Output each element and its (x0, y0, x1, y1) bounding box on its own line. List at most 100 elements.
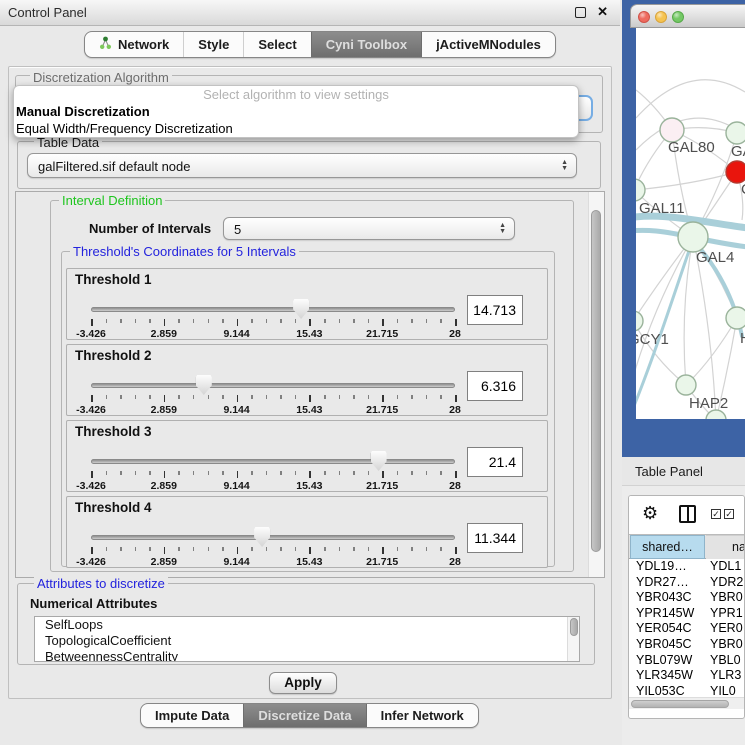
tick (120, 395, 122, 399)
number-of-intervals-combobox[interactable]: 5 ▲▼ (223, 217, 515, 240)
network-node-GCY1[interactable] (636, 311, 643, 331)
column-header-name[interactable]: na (706, 535, 745, 559)
table-row[interactable]: YBR045CYBR0 (629, 637, 745, 653)
tick (339, 547, 341, 551)
dropdown-prompt[interactable]: Select algorithm to view settings (14, 86, 578, 103)
column-header-shared-name[interactable]: shared… (630, 535, 705, 559)
tick (266, 395, 268, 399)
table-row[interactable]: YBL079WYBL0 (629, 653, 745, 669)
table-row[interactable]: YDL19…YDL1 (629, 559, 745, 575)
attribute-list-item[interactable]: TopologicalCoefficient (35, 633, 579, 649)
table-data-combobox-value: galFiltered.sif default node (38, 154, 190, 179)
threshold-slider[interactable]: -3.4262.8599.14415.4321.71528 (91, 449, 455, 491)
tick (149, 395, 151, 399)
checkbox-icon[interactable]: ✓ (711, 509, 721, 519)
split-columns-icon[interactable] (679, 505, 696, 523)
network-node-HAP4[interactable] (726, 307, 745, 329)
tab-impute-data[interactable]: Impute Data (141, 704, 243, 727)
dropdown-item-manual-discretization[interactable]: Manual Discretization (14, 103, 578, 120)
tab-cyni-toolbox[interactable]: Cyni Toolbox (311, 32, 421, 57)
cell-shared-name: YBL079W (636, 653, 692, 669)
tab-jactivemnodules[interactable]: jActiveMNodules (421, 32, 555, 57)
threshold-slider[interactable]: -3.4262.8599.14415.4321.71528 (91, 297, 455, 339)
mac-zoom-light[interactable] (672, 11, 684, 23)
tick (120, 547, 122, 551)
checkbox-icon[interactable]: ✓ (724, 509, 734, 519)
node-label-HAP4: H (740, 330, 745, 347)
threshold-panel-3: Threshold 3-3.4262.8599.14415.4321.71528… (66, 420, 548, 492)
dropdown-item-equal-width-frequency[interactable]: Equal Width/Frequency Discretization (14, 120, 578, 137)
threshold-value-field[interactable]: 21.4 (467, 447, 523, 477)
scrollbar-thumb[interactable] (591, 210, 601, 552)
tick (208, 319, 210, 323)
attribute-list-item[interactable]: SelfLoops (35, 617, 579, 633)
table-row[interactable]: YDR27…YDR2 (629, 575, 745, 591)
horizontal-scrollbar-thumb[interactable] (631, 700, 729, 708)
control-panel-titlebar: Control Panel ✕ (0, 0, 620, 26)
network-canvas[interactable]: GAL80GACGAL11GAL4GCY1HHAP2 (636, 28, 745, 419)
cell-name: YPR1 (710, 606, 743, 622)
mac-close-light[interactable] (638, 11, 650, 23)
threshold-value-field[interactable]: 14.713 (467, 295, 523, 325)
network-node-selected-red[interactable] (726, 161, 745, 183)
list-scrollbar-thumb[interactable] (570, 618, 578, 636)
tab-label: jActiveMNodules (436, 37, 541, 52)
network-node-GAL11[interactable] (636, 179, 645, 201)
network-node-HAP2[interactable] (676, 375, 696, 395)
gear-icon[interactable]: ⚙ (642, 503, 658, 524)
numerical-attributes-list[interactable]: SelfLoopsTopologicalCoefficientBetweenne… (34, 616, 580, 662)
cell-shared-name: YBR043C (636, 590, 692, 606)
slider-handle[interactable] (254, 527, 270, 547)
threshold-slider[interactable]: -3.4262.8599.14415.4321.71528 (91, 525, 455, 567)
tab-infer-network[interactable]: Infer Network (366, 704, 478, 727)
tab-style[interactable]: Style (183, 32, 243, 57)
network-node-GAL4[interactable] (678, 222, 708, 252)
node-label-GAL4: GAL4 (696, 249, 734, 266)
slider-track[interactable] (91, 383, 455, 388)
tab-discretize-data[interactable]: Discretize Data (243, 704, 365, 727)
table-data-combobox[interactable]: galFiltered.sif default node ▲▼ (27, 153, 577, 178)
table-row[interactable]: YLR345WYLR3 (629, 668, 745, 684)
tab-network[interactable]: Network (85, 32, 183, 57)
network-edge[interactable] (636, 80, 745, 118)
table-row[interactable]: YER054CYER0 (629, 621, 745, 637)
apply-button[interactable]: Apply (269, 672, 337, 694)
tick (208, 395, 210, 399)
close-icon[interactable]: ✕ (597, 4, 608, 20)
tick-label: 21.715 (366, 556, 398, 568)
network-node-GAL2[interactable] (726, 122, 745, 144)
slider-track[interactable] (91, 535, 455, 540)
slider-track[interactable] (91, 307, 455, 312)
float-window-icon[interactable] (575, 7, 586, 18)
cell-name: YLR3 (710, 668, 741, 684)
threshold-value-field[interactable]: 11.344 (467, 523, 523, 553)
table-row[interactable]: YBR043CYBR0 (629, 590, 745, 606)
horizontal-scrollbar[interactable] (629, 697, 745, 709)
network-edge[interactable] (686, 318, 737, 385)
table-panel-titlebar: Table Panel (622, 457, 745, 486)
slider-handle[interactable] (371, 451, 387, 471)
node-label-HAP2: HAP2 (689, 395, 728, 412)
thresholds-groupbox: Threshold's Coordinates for 5 Intervals … (61, 251, 555, 567)
slider-handle[interactable] (196, 375, 212, 395)
vertical-scrollbar[interactable] (588, 192, 604, 577)
threshold-value-field[interactable]: 6.316 (467, 371, 523, 401)
tick (368, 471, 370, 475)
network-edge[interactable] (636, 172, 737, 190)
tick-label: 15.43 (296, 328, 322, 340)
threshold-slider[interactable]: -3.4262.8599.14415.4321.71528 (91, 373, 455, 415)
list-scrollbar[interactable] (567, 617, 579, 661)
network-window-titlebar[interactable] (630, 4, 745, 28)
mac-minimize-light[interactable] (655, 11, 667, 23)
network-graph[interactable]: GAL80GACGAL11GAL4GCY1HHAP2 (636, 28, 745, 419)
tab-select[interactable]: Select (243, 32, 310, 57)
tick (280, 395, 282, 399)
tab-label: Discretize Data (258, 708, 351, 723)
slider-track[interactable] (91, 459, 455, 464)
attribute-list-item[interactable]: BetweennessCentrality (35, 649, 579, 662)
tick-label: 28 (449, 556, 461, 568)
table-row[interactable]: YPR145WYPR1 (629, 606, 745, 622)
slider-handle[interactable] (293, 299, 309, 319)
tab-label: Style (198, 37, 229, 52)
right-column: GAL80GACGAL11GAL4GCY1HHAP2 Table Panel ⚙… (622, 0, 745, 745)
